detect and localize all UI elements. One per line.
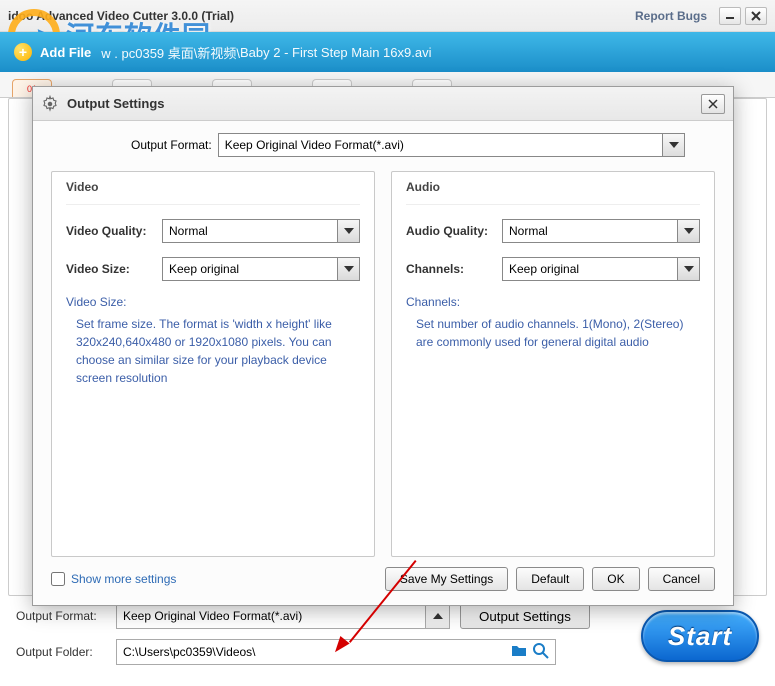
dialog-output-format-label: Output Format:	[131, 138, 212, 152]
add-file-bar[interactable]: + Add File w . pc0359 桌面\新视频\ Baby 2 - F…	[0, 32, 775, 72]
video-panel: Video Video Quality: Normal Video Size: …	[51, 171, 375, 557]
audio-quality-label: Audio Quality:	[406, 224, 502, 238]
channels-label: Channels:	[406, 262, 502, 276]
add-icon: +	[14, 43, 32, 61]
audio-quality-value: Normal	[509, 224, 548, 238]
minimize-icon	[725, 11, 735, 21]
video-panel-legend: Video	[66, 172, 360, 205]
dialog-output-format-select[interactable]: Keep Original Video Format(*.avi)	[218, 133, 663, 157]
video-quality-dropdown-button[interactable]	[338, 219, 360, 243]
chevron-down-icon	[684, 228, 694, 234]
audio-panel-legend: Audio	[406, 172, 700, 205]
output-folder-value: C:\Users\pc0359\Videos\	[123, 645, 256, 659]
output-format-dropdown-button[interactable]	[426, 603, 450, 629]
minimize-button[interactable]	[719, 7, 741, 25]
dialog-output-format-value: Keep Original Video Format(*.avi)	[225, 138, 404, 152]
video-size-select[interactable]: Keep original	[162, 257, 338, 281]
close-icon	[708, 99, 718, 109]
report-bugs-link[interactable]: Report Bugs	[635, 9, 707, 23]
video-quality-value: Normal	[169, 224, 208, 238]
dialog-header: Output Settings	[33, 87, 733, 121]
output-format-label: Output Format:	[16, 609, 116, 623]
video-quality-select[interactable]: Normal	[162, 219, 338, 243]
show-more-settings-input[interactable]	[51, 572, 65, 586]
output-settings-dialog: Output Settings Output Format: Keep Orig…	[32, 86, 734, 606]
audio-hint-text: Set number of audio channels. 1(Mono), 2…	[406, 315, 700, 351]
chevron-down-icon	[669, 142, 679, 148]
chevron-down-icon	[684, 266, 694, 272]
close-button[interactable]	[745, 7, 767, 25]
dialog-output-format-dropdown-button[interactable]	[663, 133, 685, 157]
audio-quality-select[interactable]: Normal	[502, 219, 678, 243]
video-size-dropdown-button[interactable]	[338, 257, 360, 281]
gear-icon	[41, 95, 59, 113]
start-button-label: Start	[668, 621, 732, 652]
start-button[interactable]: Start	[641, 610, 759, 662]
browse-folder-icon[interactable]	[511, 643, 527, 662]
dialog-title: Output Settings	[67, 96, 701, 111]
chevron-down-icon	[344, 266, 354, 272]
chevron-up-icon	[433, 613, 443, 619]
save-my-settings-button[interactable]: Save My Settings	[385, 567, 508, 591]
close-icon	[751, 11, 761, 21]
cancel-button[interactable]: Cancel	[648, 567, 715, 591]
add-file-path: Baby 2 - First Step Main 16x9.avi	[240, 45, 431, 60]
video-hint-title: Video Size:	[66, 295, 360, 309]
channels-select[interactable]: Keep original	[502, 257, 678, 281]
output-folder-label: Output Folder:	[16, 645, 116, 659]
audio-quality-dropdown-button[interactable]	[678, 219, 700, 243]
dialog-close-button[interactable]	[701, 94, 725, 114]
search-folder-icon[interactable]	[533, 643, 549, 662]
channels-dropdown-button[interactable]	[678, 257, 700, 281]
default-button[interactable]: Default	[516, 567, 584, 591]
add-file-label: Add File	[40, 45, 91, 60]
output-format-value: Keep Original Video Format(*.avi)	[123, 609, 302, 623]
show-more-settings-label: Show more settings	[71, 572, 176, 586]
channels-value: Keep original	[509, 262, 579, 276]
audio-hint-title: Channels:	[406, 295, 700, 309]
audio-panel: Audio Audio Quality: Normal Channels: Ke…	[391, 171, 715, 557]
chevron-down-icon	[344, 228, 354, 234]
ok-button[interactable]: OK	[592, 567, 639, 591]
video-size-label: Video Size:	[66, 262, 162, 276]
video-quality-label: Video Quality:	[66, 224, 162, 238]
add-file-path-overlay: w . pc0359 桌面\新视频\	[101, 43, 240, 62]
show-more-settings-checkbox[interactable]: Show more settings	[51, 572, 176, 586]
video-size-value: Keep original	[169, 262, 239, 276]
video-hint-text: Set frame size. The format is 'width x h…	[66, 315, 360, 387]
output-settings-button[interactable]: Output Settings	[460, 603, 590, 629]
